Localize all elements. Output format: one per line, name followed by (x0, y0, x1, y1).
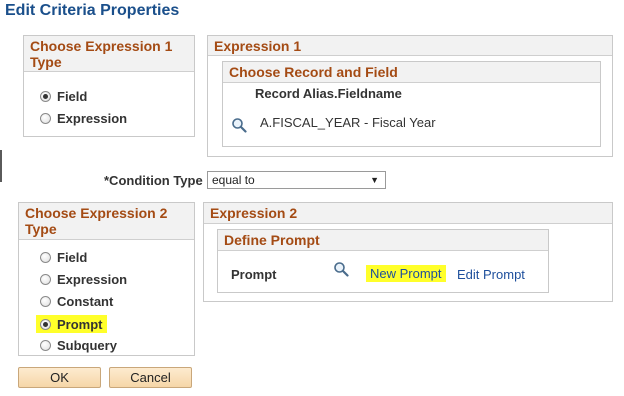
expr2-type-header: Choose Expression 2 Type (19, 203, 194, 240)
search-icon[interactable] (333, 261, 349, 277)
expr2-type-option-constant[interactable]: Constant (40, 293, 113, 309)
radio-button[interactable] (40, 251, 51, 263)
radio-button[interactable] (40, 295, 51, 307)
radio-button[interactable] (40, 339, 51, 351)
page-title: Edit Criteria Properties (5, 2, 180, 19)
condition-type-value: equal to (212, 173, 255, 187)
radio-label: Constant (57, 293, 114, 309)
define-prompt-panel: Define Prompt (217, 229, 549, 293)
expr2-type-option-expression[interactable]: Expression (40, 271, 127, 287)
radio-label: Prompt (57, 316, 103, 332)
ok-button[interactable]: OK (18, 367, 101, 388)
radio-label: Expression (57, 110, 128, 126)
expr2-type-option-subquery[interactable]: Subquery (40, 337, 117, 353)
record-field-panel: Choose Record and Field (222, 61, 601, 147)
radio-label: Subquery (57, 337, 117, 353)
expr1-type-header: Choose Expression 1 Type (24, 36, 194, 72)
new-prompt-link[interactable]: New Prompt (366, 265, 446, 282)
radio-button[interactable] (40, 273, 51, 285)
define-prompt-header: Define Prompt (218, 230, 548, 251)
selected-field-value: A.FISCAL_YEAR - Fiscal Year (260, 115, 436, 130)
dropdown-arrow-icon: ▼ (370, 175, 379, 185)
radio-label: Field (57, 88, 88, 104)
edit-criteria-properties-page: Edit Criteria Properties Choose Expressi… (0, 0, 624, 396)
expr1-type-option-expression[interactable]: Expression (40, 110, 127, 126)
radio-button[interactable] (40, 90, 51, 102)
radio-label: Expression (57, 271, 128, 287)
expr1-type-option-field[interactable]: Field (40, 88, 87, 104)
column-header-record-alias: Record Alias.Fieldname (255, 86, 402, 101)
radio-label: Field (57, 249, 88, 265)
radio-button[interactable] (40, 112, 51, 124)
expr2-header: Expression 2 (204, 203, 612, 224)
condition-type-label: *Condition Type (104, 173, 203, 188)
expr2-type-option-prompt[interactable]: Prompt (36, 315, 107, 333)
expr2-type-option-field[interactable]: Field (40, 249, 87, 265)
prompt-label: Prompt (231, 267, 277, 282)
search-icon[interactable] (231, 117, 247, 133)
cancel-button[interactable]: Cancel (109, 367, 192, 388)
record-field-header: Choose Record and Field (223, 62, 600, 83)
expr1-header: Expression 1 (208, 36, 612, 56)
edit-prompt-link[interactable]: Edit Prompt (457, 267, 525, 282)
radio-button[interactable] (40, 318, 51, 330)
window-edge-divider (0, 150, 2, 182)
condition-type-select[interactable]: equal to ▼ (207, 171, 386, 189)
